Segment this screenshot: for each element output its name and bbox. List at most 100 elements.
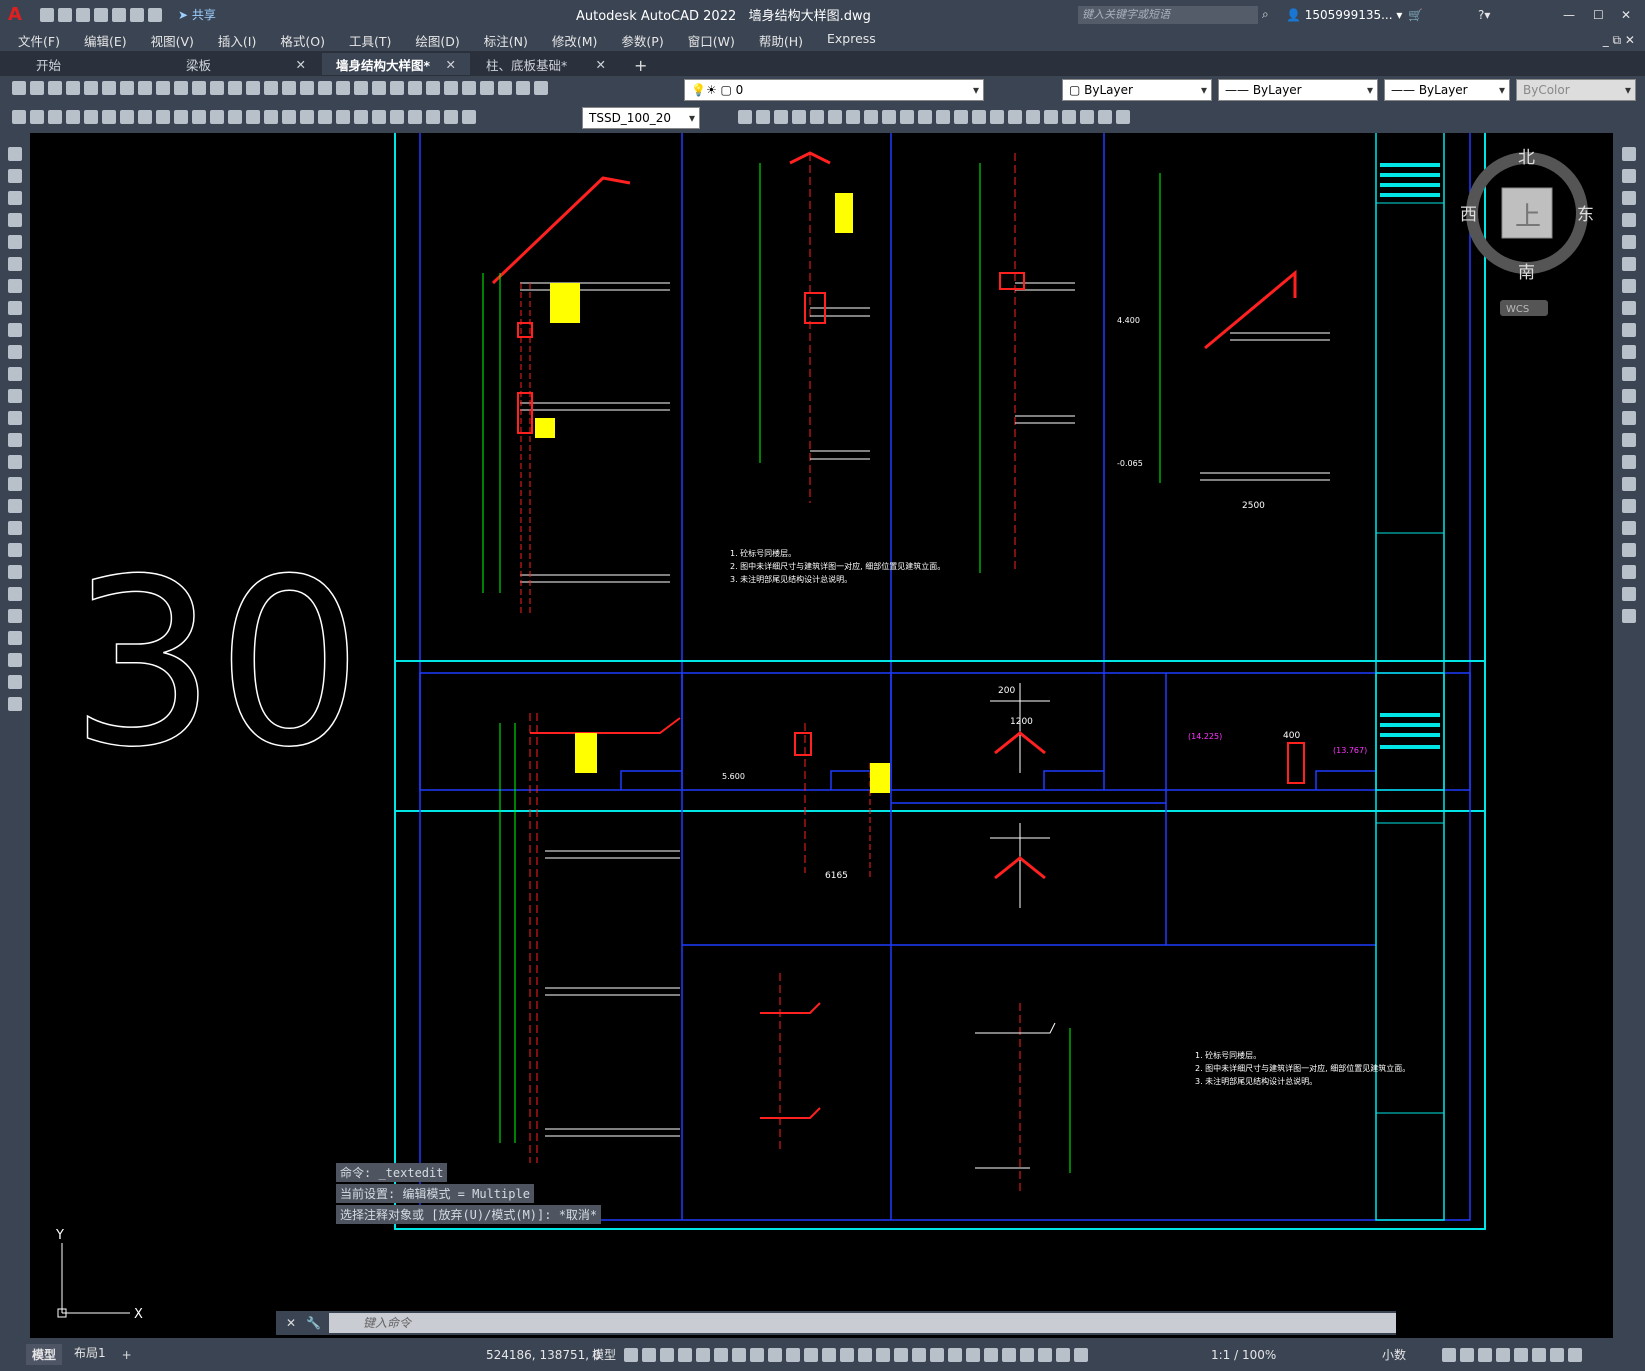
status-toggle-icon-0[interactable] (624, 1347, 638, 1362)
color-dropdown[interactable]: ▢ ByLayer (1062, 79, 1212, 101)
close-tab-icon[interactable]: ✕ (596, 57, 606, 72)
layout-tab-1[interactable]: 布局1 (74, 1344, 106, 1365)
toolbar-icon-6[interactable] (120, 81, 134, 95)
menu-item-12[interactable]: Express (827, 31, 876, 50)
draw-tool-icon-22[interactable] (8, 631, 22, 645)
modify-tool-icon-9[interactable] (900, 110, 914, 124)
status-toggle-icon-5[interactable] (714, 1347, 728, 1362)
status-toggle-icon-19[interactable] (966, 1347, 980, 1362)
linetype-dropdown[interactable]: —— ByLayer (1218, 79, 1378, 101)
draw-tool-icon-3[interactable] (8, 213, 22, 227)
layer-dropdown[interactable]: 💡☀ ▢ 0 (684, 79, 984, 101)
toolbar-icon-10[interactable] (192, 81, 206, 95)
toolbar-icon-21[interactable] (390, 81, 404, 95)
toolbar-icon-4[interactable] (84, 81, 98, 95)
draw-tool-icon-25[interactable] (8, 697, 22, 711)
modify-tool-icon-8[interactable] (882, 110, 896, 124)
dim-icon-22[interactable] (408, 110, 422, 124)
modify-tool-icon-7[interactable] (864, 110, 878, 124)
status-setting-icon-4[interactable] (1514, 1347, 1528, 1362)
toolbar-icon-2[interactable] (48, 81, 62, 95)
draw-tool-icon-20[interactable] (8, 587, 22, 601)
command-input[interactable]: 键入命令 (329, 1313, 1396, 1333)
draw-tool-icon-13[interactable] (8, 433, 22, 447)
status-toggle-icon-11[interactable] (822, 1347, 836, 1362)
edit-tool-icon-16[interactable] (1622, 499, 1636, 513)
autocad-logo-icon[interactable]: A (8, 4, 22, 25)
status-toggle-icon-6[interactable] (732, 1347, 746, 1362)
modify-tool-icon-15[interactable] (1008, 110, 1022, 124)
menu-item-1[interactable]: 编辑(E) (84, 31, 127, 50)
dim-icon-17[interactable] (318, 110, 332, 124)
file-tab-1[interactable]: 梁板 ✕ (172, 53, 320, 75)
edit-tool-icon-20[interactable] (1622, 587, 1636, 601)
lineweight-dropdown[interactable]: —— ByLayer (1384, 79, 1510, 101)
edit-tool-icon-1[interactable] (1622, 169, 1636, 183)
modify-tool-icon-6[interactable] (846, 110, 860, 124)
draw-tool-icon-11[interactable] (8, 389, 22, 403)
status-toggle-icon-21[interactable] (1002, 1347, 1016, 1362)
draw-tool-icon-9[interactable] (8, 345, 22, 359)
toolbar-icon-17[interactable] (318, 81, 332, 95)
toolbar-icon-26[interactable] (480, 81, 494, 95)
edit-tool-icon-4[interactable] (1622, 235, 1636, 249)
open-icon[interactable] (57, 7, 72, 22)
maximize-button[interactable]: ☐ (1593, 8, 1604, 22)
status-toggle-icon-1[interactable] (642, 1347, 656, 1362)
dim-icon-8[interactable] (156, 110, 170, 124)
dim-icon-12[interactable] (228, 110, 242, 124)
status-toggle-icon-16[interactable] (912, 1347, 926, 1362)
menu-item-9[interactable]: 参数(P) (621, 31, 663, 50)
status-toggle-icon-3[interactable] (678, 1347, 692, 1362)
edit-tool-icon-7[interactable] (1622, 301, 1636, 315)
search-input[interactable]: 键入关键字或短语 (1078, 5, 1258, 24)
units-setting[interactable]: 小数 (1382, 1346, 1406, 1363)
wrench-icon[interactable]: 🔧 (306, 1316, 321, 1330)
plot-icon[interactable] (111, 7, 126, 22)
status-toggle-icon-2[interactable] (660, 1347, 674, 1362)
dim-icon-16[interactable] (300, 110, 314, 124)
toolbar-icon-3[interactable] (66, 81, 80, 95)
draw-tool-icon-14[interactable] (8, 455, 22, 469)
modify-tool-icon-19[interactable] (1080, 110, 1094, 124)
layout-tab-0[interactable]: 模型 (26, 1344, 63, 1365)
new-tab-button[interactable]: + (634, 56, 647, 75)
dim-icon-11[interactable] (210, 110, 224, 124)
toolbar-icon-14[interactable] (264, 81, 278, 95)
toolbar-icon-24[interactable] (444, 81, 458, 95)
edit-tool-icon-9[interactable] (1622, 345, 1636, 359)
edit-tool-icon-10[interactable] (1622, 367, 1636, 381)
redo-icon[interactable] (147, 7, 162, 22)
modify-tool-icon-10[interactable] (918, 110, 932, 124)
space-toggle[interactable]: 模型 (592, 1346, 616, 1363)
dim-icon-0[interactable] (12, 110, 26, 124)
file-tab-2[interactable]: 墙身结构大样图* ✕ (322, 53, 470, 75)
draw-tool-icon-18[interactable] (8, 543, 22, 557)
status-toggle-icon-9[interactable] (786, 1347, 800, 1362)
edit-tool-icon-17[interactable] (1622, 521, 1636, 535)
dim-icon-13[interactable] (246, 110, 260, 124)
toolbar-icon-15[interactable] (282, 81, 296, 95)
status-toggle-icon-13[interactable] (858, 1347, 872, 1362)
toolbar-icon-0[interactable] (12, 81, 26, 95)
file-tab-3[interactable]: 柱、底板基础* ✕ (472, 53, 620, 75)
draw-tool-icon-4[interactable] (8, 235, 22, 249)
status-toggle-icon-18[interactable] (948, 1347, 962, 1362)
help-icon[interactable]: ?▾ (1478, 8, 1490, 22)
dim-icon-6[interactable] (120, 110, 134, 124)
menu-item-0[interactable]: 文件(F) (18, 31, 60, 50)
dim-icon-1[interactable] (30, 110, 44, 124)
draw-tool-icon-7[interactable] (8, 301, 22, 315)
menu-item-5[interactable]: 工具(T) (349, 31, 391, 50)
menu-item-11[interactable]: 帮助(H) (759, 31, 803, 50)
modify-tool-icon-5[interactable] (828, 110, 842, 124)
draw-tool-icon-10[interactable] (8, 367, 22, 381)
doc-window-controls[interactable]: _ ⧉ ✕ (1603, 33, 1635, 48)
dim-icon-9[interactable] (174, 110, 188, 124)
close-tab-icon[interactable]: ✕ (446, 57, 456, 72)
modify-tool-icon-12[interactable] (954, 110, 968, 124)
new-icon[interactable] (39, 7, 54, 22)
dim-icon-14[interactable] (264, 110, 278, 124)
dim-icon-15[interactable] (282, 110, 296, 124)
close-cmd-icon[interactable]: ✕ (286, 1316, 296, 1330)
